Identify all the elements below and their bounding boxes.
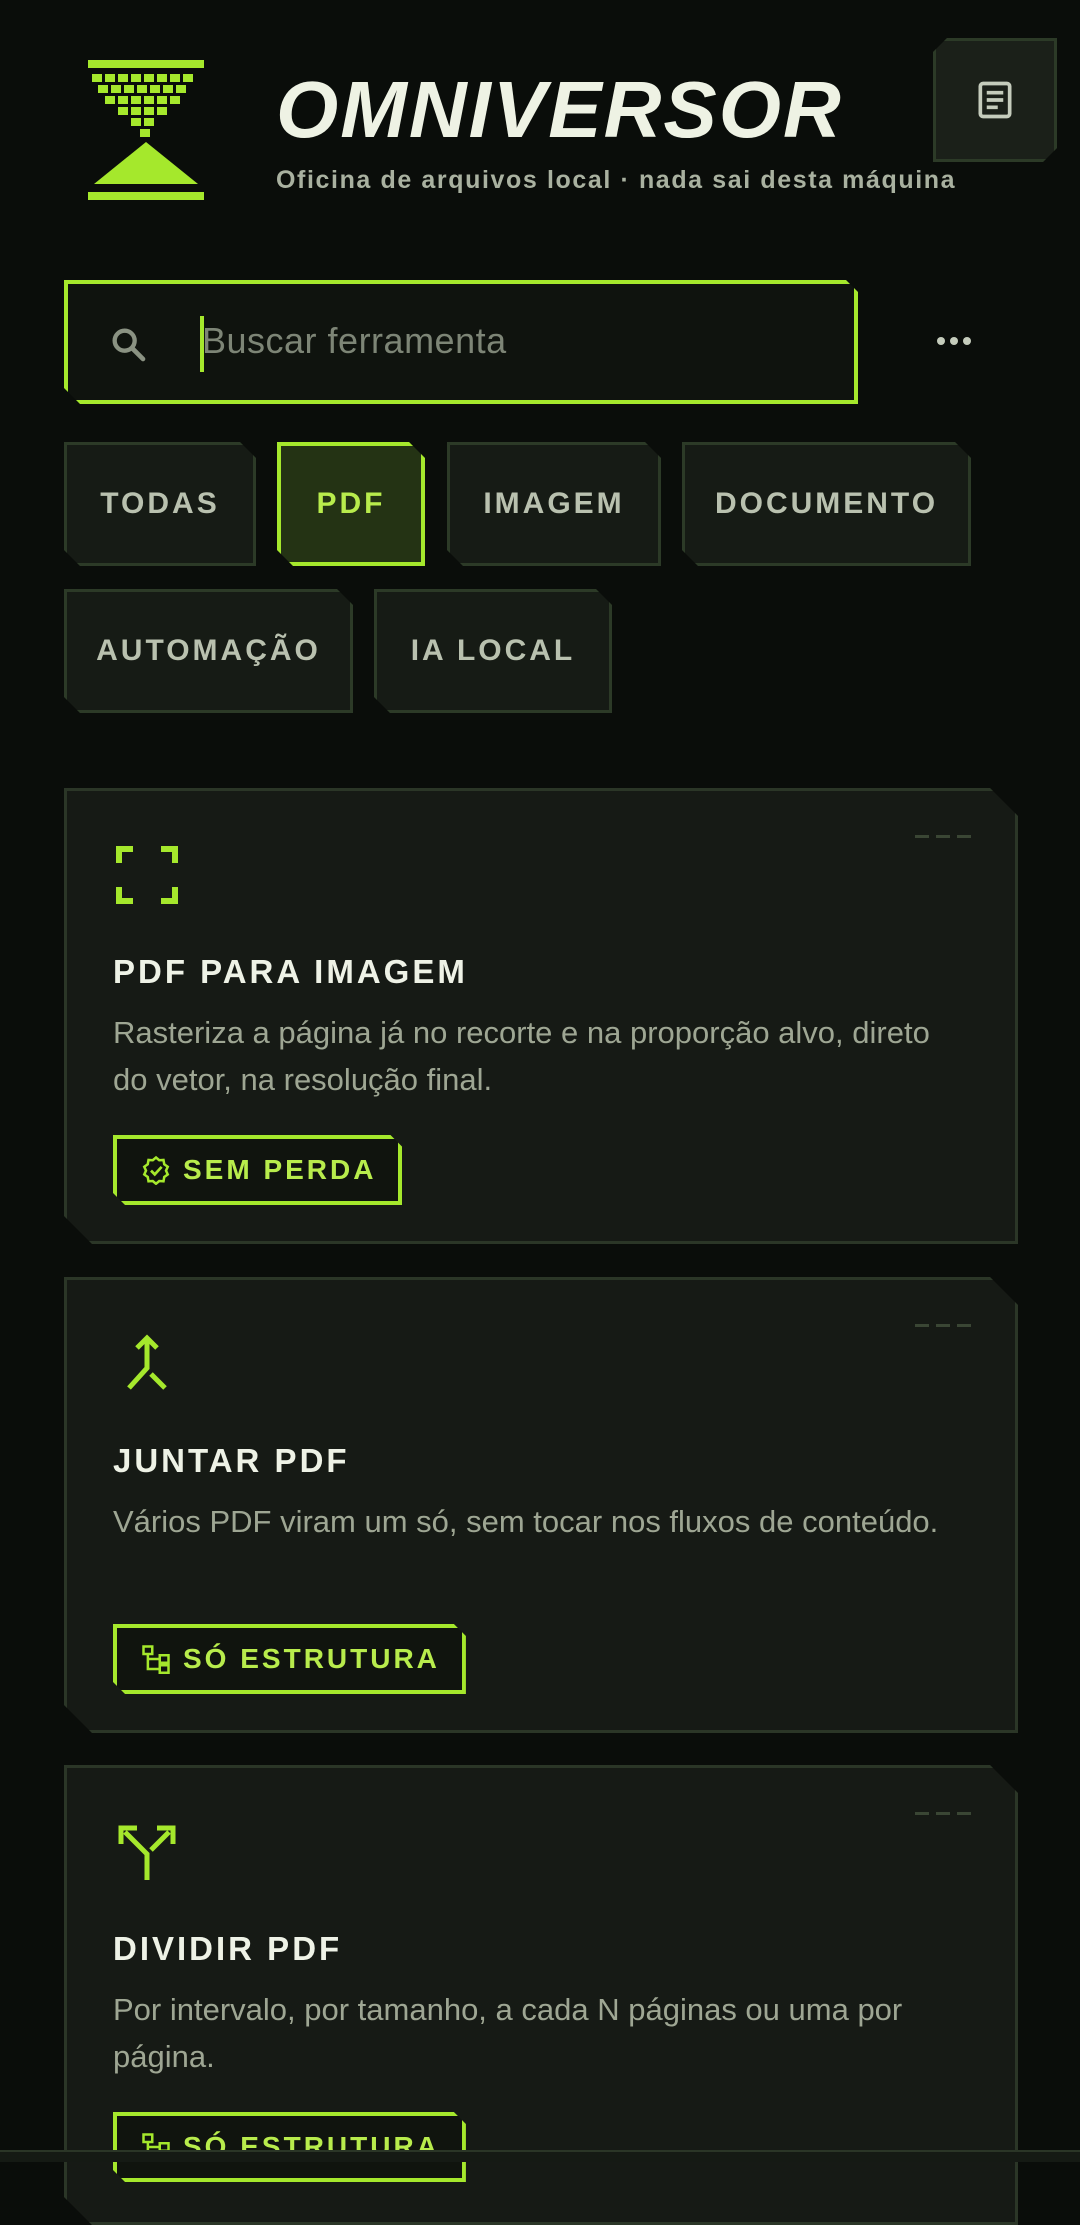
filter-chip-imagem[interactable]: IMAGEM [447,442,661,566]
tool-description: Por intervalo, por tamanho, a cada N pág… [113,1992,903,2074]
tool-title: PDF PARA IMAGEM [113,953,468,990]
verified-check-icon [141,1155,171,1185]
card-decoration [915,1812,971,1815]
filter-chip-todas[interactable]: TODAS [64,442,256,566]
tool-badge: SEM PERDA [113,1135,402,1205]
tool-badge: SÓ ESTRUTURA [113,1624,466,1694]
search-placeholder: Buscar ferramenta [202,320,507,361]
card-decoration [915,1324,971,1327]
search-icon [108,324,148,364]
tool-badge: SÓ ESTRUTURA [113,2112,466,2182]
notes-button[interactable] [933,38,1057,162]
bottom-edge [0,2150,1080,2162]
structure-tree-icon [141,1644,171,1674]
hourglass-logo-icon [88,60,204,200]
tool-card-pdf-para-imagem[interactable]: PDF PARA IMAGEM Rasteriza a página já no… [64,788,1018,1244]
tool-description: Vários PDF viram um só, sem tocar nos fl… [113,1504,939,1539]
tool-card-juntar-pdf[interactable]: JUNTAR PDF Vários PDF viram um só, sem t… [64,1277,1018,1733]
more-dot-icon [937,337,945,345]
card-decoration [915,835,971,838]
more-dot-icon [950,337,958,345]
filter-chip-documento[interactable]: DOCUMENTO [682,442,971,566]
merge-icon [115,1332,179,1396]
app-subtitle: Oficina de arquivos local · nada sai des… [276,166,957,194]
tool-badge-label: SEM PERDA [183,1154,377,1185]
filter-chip-pdf[interactable]: PDF [277,442,425,566]
tool-title: JUNTAR PDF [113,1442,350,1479]
app-header: OMNIVERSOR Oficina de arquivos local · n… [0,0,1080,240]
app-title: OMNIVERSOR [276,65,843,154]
tool-description: Rasteriza a página já no recorte e na pr… [113,1015,930,1097]
document-icon [973,78,1017,122]
tool-title: DIVIDIR PDF [113,1930,343,1967]
split-icon [115,1820,179,1884]
more-options-button[interactable] [934,326,974,356]
tool-badge-label: SÓ ESTRUTURA [183,1643,440,1674]
more-dot-icon [963,337,971,345]
filter-chip-ia-local[interactable]: IA LOCAL [374,589,612,713]
crop-frame-icon [115,843,179,907]
search-input[interactable]: Buscar ferramenta [64,280,858,404]
filter-chip-automacao[interactable]: AUTOMAÇÃO [64,589,353,713]
